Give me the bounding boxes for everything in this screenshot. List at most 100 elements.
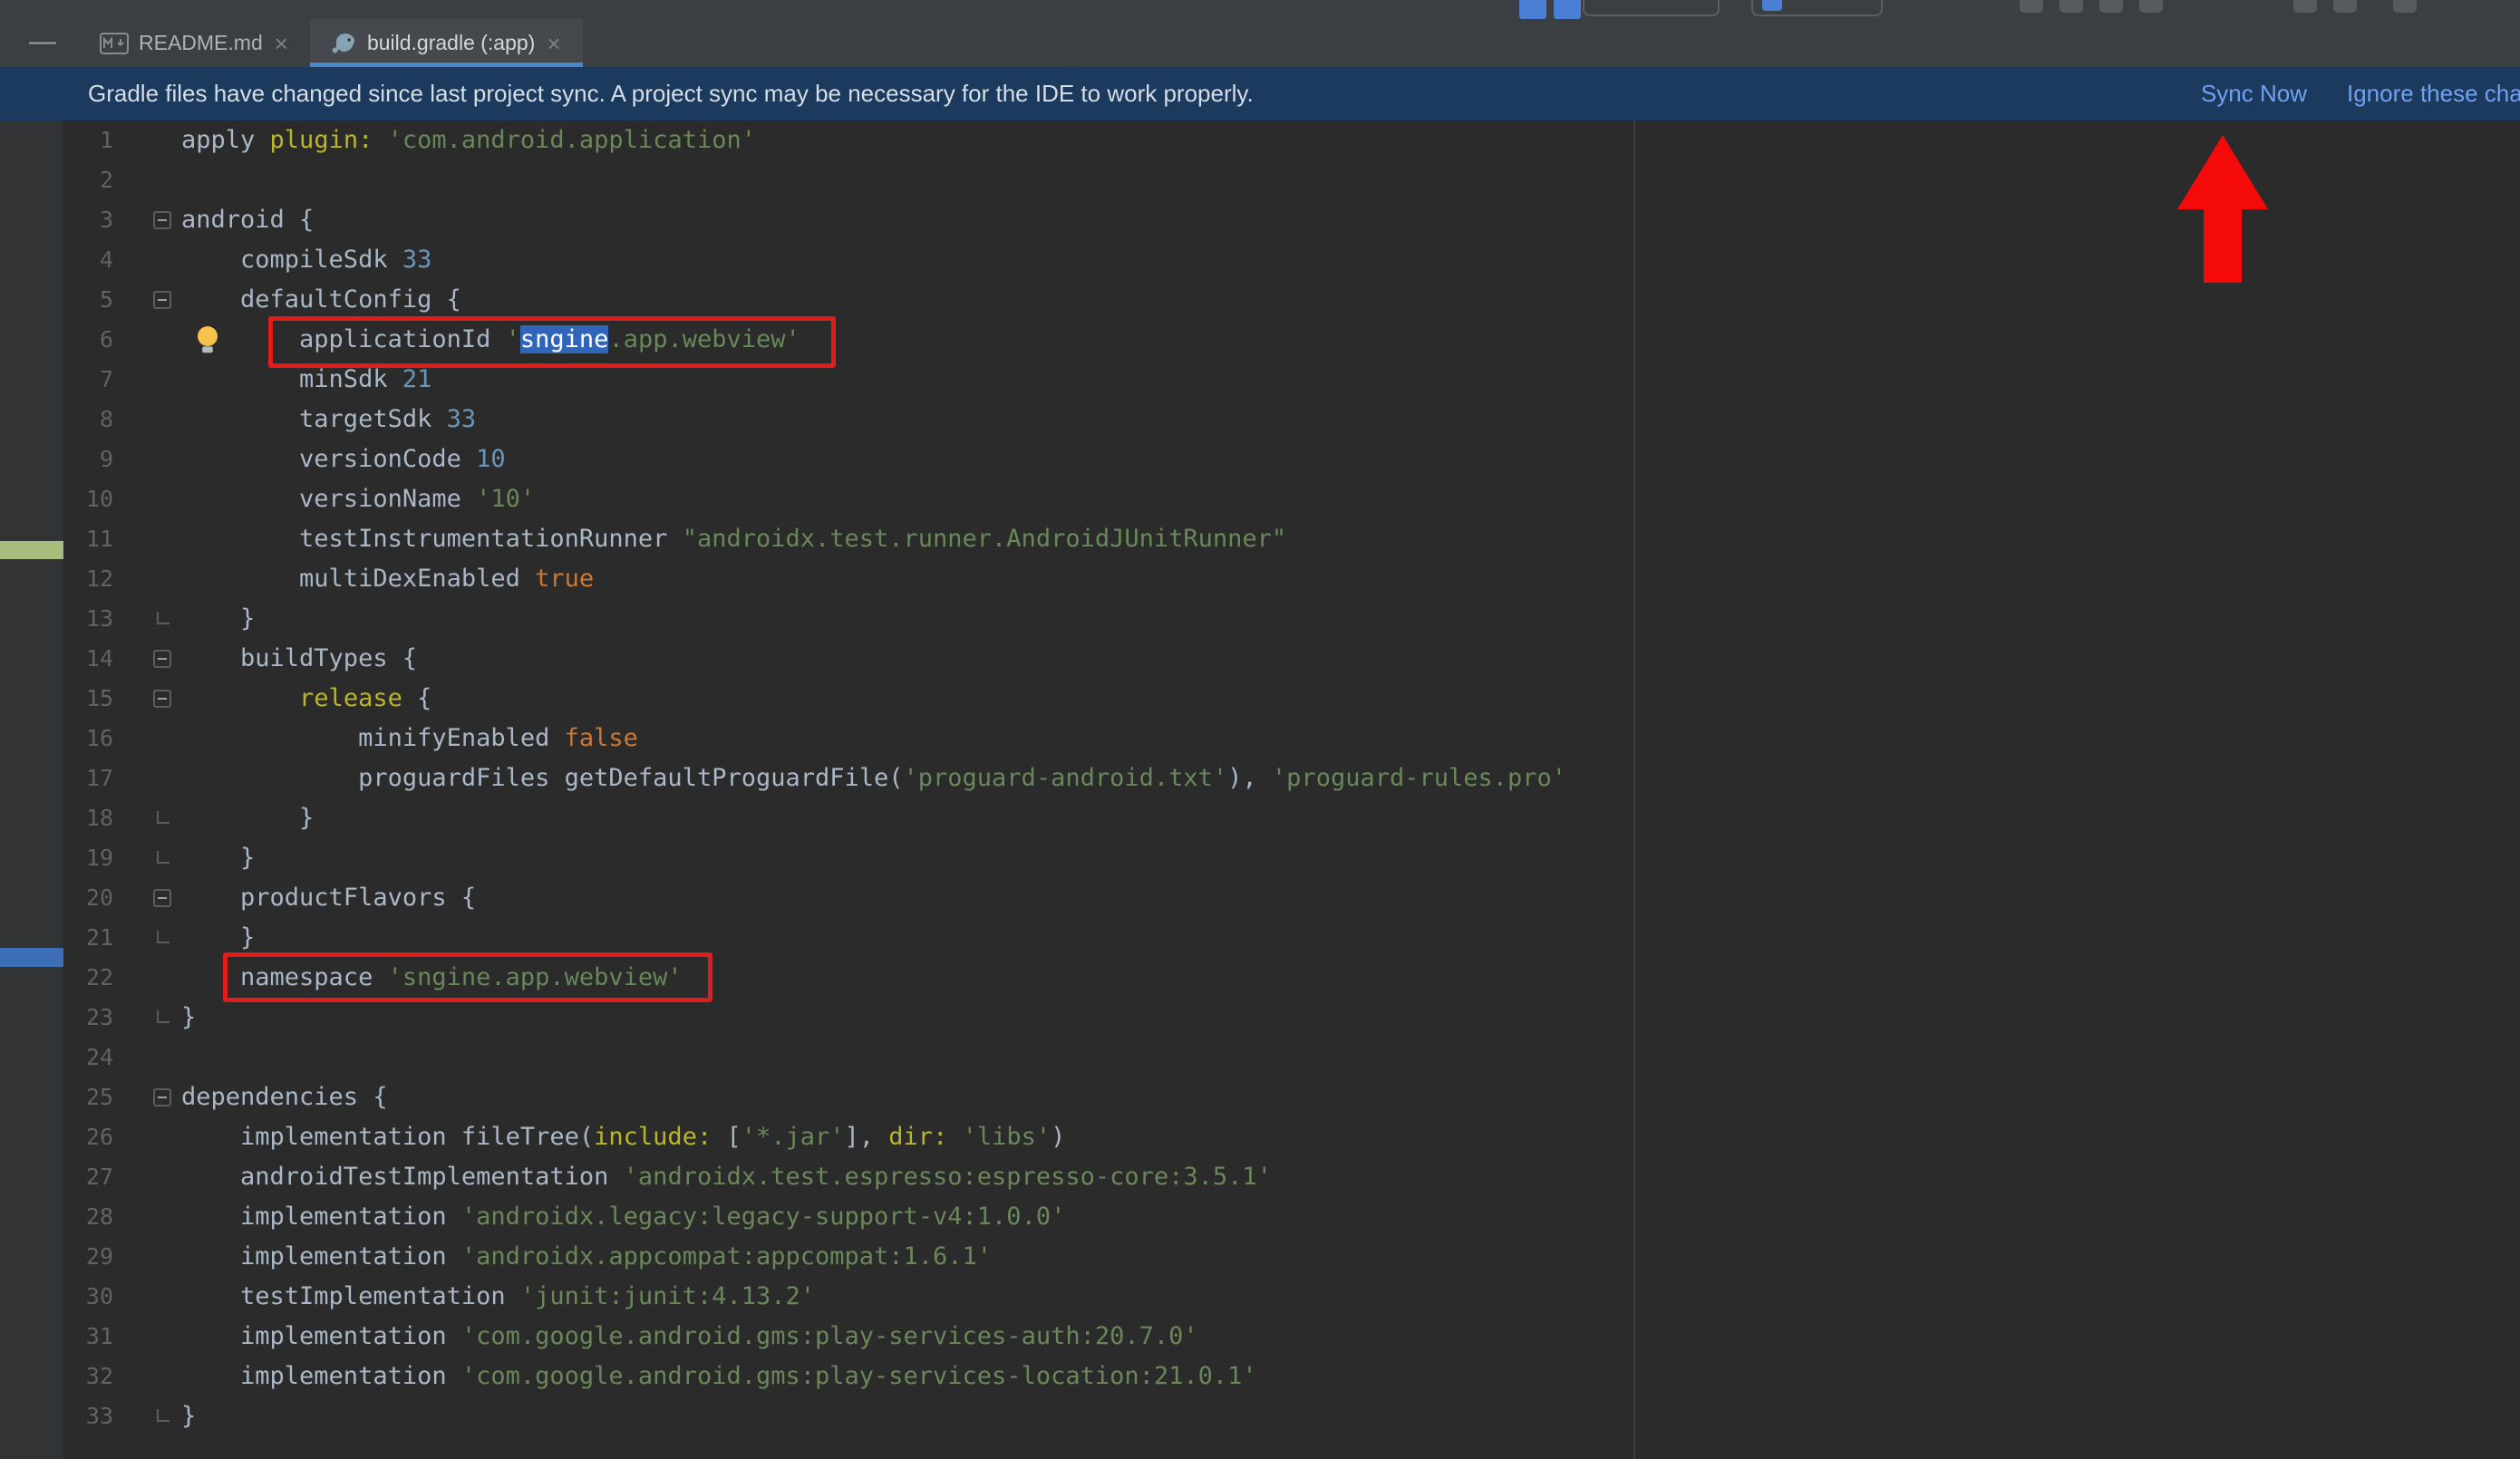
code-text: versionName '10' <box>181 479 2520 519</box>
line-number: 22 <box>64 958 113 998</box>
code-line-19[interactable]: 19 } <box>64 838 2520 878</box>
code-line-29[interactable]: 29 implementation 'androidx.appcompat:ap… <box>64 1237 2520 1277</box>
ignore-changes-link[interactable]: Ignore these changes <box>2347 67 2520 121</box>
sync-now-link[interactable]: Sync Now <box>2201 67 2307 121</box>
run-config-dropdown[interactable] <box>1583 0 1720 16</box>
code-line-9[interactable]: 9 versionCode 10 <box>64 440 2520 479</box>
fold-gutter <box>113 1157 181 1197</box>
stripe-green-mark <box>0 541 63 559</box>
code-text: } <box>181 838 2520 878</box>
fold-end-icon[interactable] <box>157 811 170 824</box>
code-line-17[interactable]: 17 proguardFiles getDefaultProguardFile(… <box>64 758 2520 798</box>
code-line-11[interactable]: 11 testInstrumentationRunner "androidx.t… <box>64 519 2520 559</box>
line-number: 8 <box>64 400 113 440</box>
fold-start-icon[interactable] <box>153 291 171 309</box>
code-line-4[interactable]: 4 compileSdk 33 <box>64 240 2520 280</box>
code-text: } <box>181 918 2520 958</box>
code-text: productFlavors { <box>181 878 2520 918</box>
fold-gutter <box>113 240 181 280</box>
close-tab-icon[interactable]: × <box>545 32 562 55</box>
settings-gear-icon[interactable] <box>2333 0 2357 13</box>
tab-build-gradle-app-[interactable]: build.gradle (:app)× <box>310 19 583 67</box>
fold-end-icon[interactable] <box>157 931 170 943</box>
stripe-blue-mark <box>0 948 63 967</box>
fold-gutter <box>113 400 181 440</box>
fold-gutter <box>113 679 181 719</box>
code-line-14[interactable]: 14 buildTypes { <box>64 639 2520 679</box>
code-text <box>181 1038 2520 1077</box>
line-number: 2 <box>64 160 113 200</box>
fold-start-icon[interactable] <box>153 690 171 708</box>
toolbar-icon-1[interactable] <box>2020 0 2043 13</box>
fold-gutter <box>113 1117 181 1157</box>
fold-end-icon[interactable] <box>157 1010 170 1023</box>
line-number: 1 <box>64 121 113 160</box>
code-line-13[interactable]: 13 } <box>64 599 2520 639</box>
toolbar-icon-2[interactable] <box>2060 0 2083 13</box>
line-number: 23 <box>64 998 113 1038</box>
code-line-21[interactable]: 21 } <box>64 918 2520 958</box>
code-line-5[interactable]: 5 defaultConfig { <box>64 280 2520 320</box>
code-line-3[interactable]: 3android { <box>64 200 2520 240</box>
line-number: 33 <box>64 1396 113 1436</box>
code-line-24[interactable]: 24 <box>64 1038 2520 1077</box>
code-line-16[interactable]: 16 minifyEnabled false <box>64 719 2520 758</box>
fold-gutter <box>113 599 181 639</box>
code-line-15[interactable]: 15 release { <box>64 679 2520 719</box>
code-text: implementation 'androidx.legacy:legacy-s… <box>181 1197 2520 1237</box>
toolbar-icon-3[interactable] <box>2099 0 2123 13</box>
line-number: 29 <box>64 1237 113 1277</box>
run-icon[interactable] <box>1519 0 1546 19</box>
profile-icon[interactable] <box>2393 0 2417 13</box>
code-text: } <box>181 1396 2520 1436</box>
close-tab-icon[interactable]: × <box>273 32 290 55</box>
code-line-30[interactable]: 30 testImplementation 'junit:junit:4.13.… <box>64 1277 2520 1317</box>
code-line-2[interactable]: 2 <box>64 160 2520 200</box>
code-line-18[interactable]: 18 } <box>64 798 2520 838</box>
line-number: 27 <box>64 1157 113 1197</box>
code-line-28[interactable]: 28 implementation 'androidx.legacy:legac… <box>64 1197 2520 1237</box>
code-line-1[interactable]: 1 apply plugin: 'com.android.application' <box>64 121 2520 160</box>
fold-end-icon[interactable] <box>157 1409 170 1422</box>
code-text: apply plugin: 'com.android.application' <box>181 121 2520 160</box>
fold-end-icon[interactable] <box>157 851 170 864</box>
code-text: testInstrumentationRunner "androidx.test… <box>181 519 2520 559</box>
code-line-12[interactable]: 12 multiDexEnabled true <box>64 559 2520 599</box>
fold-end-icon[interactable] <box>157 612 170 624</box>
code-text: } <box>181 998 2520 1038</box>
code-line-6[interactable]: 6 applicationId 'sngine.app.webview' <box>64 320 2520 360</box>
device-dropdown[interactable] <box>1751 0 1883 16</box>
code-line-26[interactable]: 26 implementation fileTree(include: ['*.… <box>64 1117 2520 1157</box>
code-text: implementation 'androidx.appcompat:appco… <box>181 1237 2520 1277</box>
fold-gutter <box>113 479 181 519</box>
tab-readme-md[interactable]: README.md× <box>80 19 310 67</box>
code-line-27[interactable]: 27 androidTestImplementation 'androidx.t… <box>64 1157 2520 1197</box>
code-text: release { <box>181 679 2520 719</box>
editor-lines: 1 apply plugin: 'com.android.application'… <box>64 121 2520 1436</box>
code-text: implementation fileTree(include: ['*.jar… <box>181 1117 2520 1157</box>
code-line-23[interactable]: 23} <box>64 998 2520 1038</box>
code-line-20[interactable]: 20 productFlavors { <box>64 878 2520 918</box>
code-line-7[interactable]: 7 minSdk 21 <box>64 360 2520 400</box>
fold-start-icon[interactable] <box>153 211 171 229</box>
search-icon[interactable] <box>2293 0 2317 13</box>
fold-start-icon[interactable] <box>153 1088 171 1106</box>
left-gutter-stripe <box>0 121 64 1459</box>
line-number: 21 <box>64 918 113 958</box>
code-line-33[interactable]: 33} <box>64 1396 2520 1436</box>
fold-start-icon[interactable] <box>153 889 171 907</box>
code-line-32[interactable]: 32 implementation 'com.google.android.gm… <box>64 1357 2520 1396</box>
code-line-8[interactable]: 8 targetSdk 33 <box>64 400 2520 440</box>
code-line-25[interactable]: 25dependencies { <box>64 1077 2520 1117</box>
code-text: androidTestImplementation 'androidx.test… <box>181 1157 2520 1197</box>
toolbar-icon-4[interactable] <box>2139 0 2163 13</box>
code-line-31[interactable]: 31 implementation 'com.google.android.gm… <box>64 1317 2520 1357</box>
fold-start-icon[interactable] <box>153 650 171 668</box>
fold-gutter <box>113 519 181 559</box>
line-number: 6 <box>64 320 113 360</box>
code-line-22[interactable]: 22 namespace 'sngine.app.webview' <box>64 958 2520 998</box>
debug-icon[interactable] <box>1554 0 1581 19</box>
hide-window-icon[interactable]: — <box>27 28 58 59</box>
code-line-10[interactable]: 10 versionName '10' <box>64 479 2520 519</box>
code-editor[interactable]: 1 apply plugin: 'com.android.application'… <box>0 121 2520 1459</box>
